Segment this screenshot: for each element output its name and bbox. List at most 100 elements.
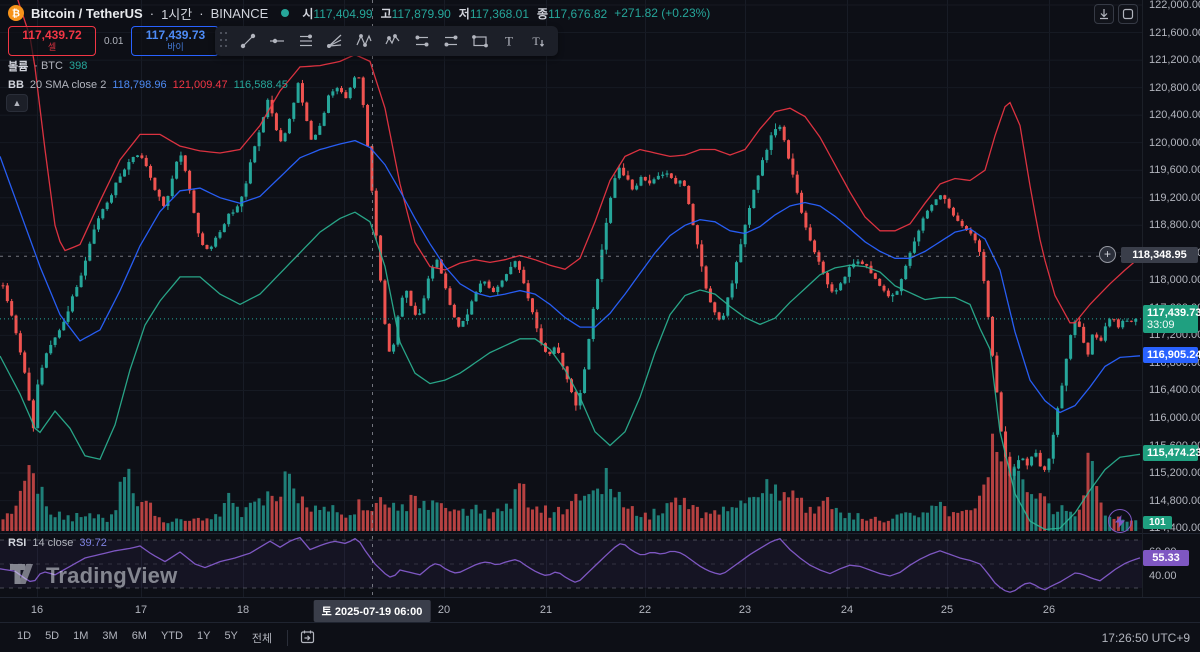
time-tick: 20 — [438, 604, 450, 616]
market-status-dot[interactable] — [281, 9, 289, 17]
bar-countdown: 33:09 — [1147, 319, 1194, 331]
fullscreen-button[interactable] — [1118, 4, 1138, 24]
spread-value: 0.01 — [104, 36, 123, 47]
ohlc-value: 117,676.82 — [548, 7, 607, 21]
range-button-1d[interactable]: 1D — [10, 626, 38, 650]
horizontal-line-tool[interactable] — [262, 28, 291, 54]
bb-mid-price-label: 116,905.24 — [1143, 347, 1198, 363]
exchange-name: BINANCE — [211, 6, 269, 21]
bb-mid-value: 118,798.96 — [112, 79, 166, 91]
xabcd-pattern-tool[interactable] — [349, 28, 378, 54]
price-tick: 119,200.00 — [1149, 192, 1200, 204]
price-tick: 115,200.00 — [1149, 467, 1200, 479]
rsi-value-label: 55.33 — [1143, 550, 1189, 566]
last-price-label: 117,439.73 33:09 — [1143, 305, 1198, 333]
tradingview-app: 122,000.00121,600.00121,200.00120,800.00… — [0, 0, 1200, 652]
price-change: +271.82 (+0.23%) — [614, 6, 710, 20]
lightning-button[interactable] — [1108, 509, 1132, 533]
long-position-tool[interactable] — [407, 28, 436, 54]
range-buttons: 1D5D1M3M6MYTD1Y5Y전체 — [10, 626, 279, 650]
price-tick: 116,400.00 — [1149, 384, 1200, 396]
download-button[interactable] — [1094, 4, 1114, 24]
bitcoin-logo-icon: ₿ — [8, 5, 24, 21]
range-button-1m[interactable]: 1M — [66, 626, 95, 650]
buy-price: 117,439.73 — [132, 29, 218, 42]
rsi-tick: 40.00 — [1149, 570, 1177, 582]
range-button-5y[interactable]: 5Y — [217, 626, 244, 650]
price-tick: 119,600.00 — [1149, 164, 1200, 176]
bb-legend[interactable]: BB 20 SMA close 2 118,798.96 121,009.47 … — [8, 79, 288, 91]
svg-text:T: T — [505, 34, 513, 49]
interval-value[interactable]: 1시간 — [161, 4, 192, 23]
price-tick: 114,800.00 — [1149, 495, 1200, 507]
symbol-title[interactable]: Bitcoin / TetherUS — [31, 6, 143, 21]
elliott-wave-tool[interactable] — [378, 28, 407, 54]
range-button-6m[interactable]: 6M — [125, 626, 154, 650]
price-tick: 120,000.00 — [1149, 137, 1200, 149]
top-right-buttons — [1094, 4, 1138, 24]
range-button-1y[interactable]: 1Y — [190, 626, 217, 650]
calendar-icon — [300, 629, 315, 644]
range-button-ytd[interactable]: YTD — [154, 626, 190, 650]
time-tick: 17 — [135, 604, 147, 616]
time-tick: 23 — [739, 604, 751, 616]
bb-legend-label: BB — [8, 79, 24, 91]
rsi-legend[interactable]: RSI 14 close 39.72 — [8, 537, 107, 549]
volume-legend-symbol: · BTC — [34, 60, 63, 72]
price-tick: 120,400.00 — [1149, 109, 1200, 121]
short-position-tool[interactable] — [436, 28, 465, 54]
drawing-toolbar: TT — [215, 26, 558, 56]
bb-upper-value: 121,009.47 — [173, 79, 228, 91]
separator: · — [150, 6, 154, 21]
time-axis[interactable]: 토 2025-07-19 06:00 16171820212223242526 — [0, 597, 1200, 622]
rsi-legend-label: RSI — [8, 537, 26, 549]
price-axis[interactable]: 122,000.00121,600.00121,200.00120,800.00… — [1142, 0, 1200, 597]
range-button-3m[interactable]: 3M — [95, 626, 124, 650]
pitchfork-tool[interactable] — [320, 28, 349, 54]
add-alert-plus-button[interactable]: + — [1099, 246, 1116, 263]
rectangle-tool[interactable] — [465, 28, 494, 54]
buy-label: 바이 — [132, 42, 218, 52]
clock-timezone[interactable]: 17:26:50 UTC+9 — [1102, 631, 1190, 645]
price-tick: 118,000.00 — [1149, 274, 1200, 286]
ohlc-value: 117,404.99 — [313, 7, 372, 21]
bb-legend-params: 20 SMA close 2 — [30, 79, 106, 91]
ohlc-value: 117,368.01 — [470, 7, 529, 21]
volume-legend-label: 볼륨 — [8, 58, 28, 74]
symbol-header[interactable]: ₿ Bitcoin / TetherUS · 1시간 · BINANCE 시11… — [8, 4, 710, 22]
ohlc-value: 117,879.90 — [392, 7, 451, 21]
price-tick: 122,000.00 — [1149, 0, 1200, 11]
trade-widget: 117,439.72 셀 0.01 117,439.73 바이 — [8, 26, 219, 56]
price-tick: 118,800.00 — [1149, 219, 1200, 231]
ohlc-values: 시117,404.99고117,879.90저117,368.01종117,67… — [302, 5, 607, 22]
ohlc-key: 고 — [381, 7, 392, 21]
time-tick: 25 — [941, 604, 953, 616]
ohlc-key: 종 — [537, 7, 548, 21]
svg-text:₿: ₿ — [12, 8, 20, 20]
bb-lower-value: 116,588.45 — [234, 79, 288, 91]
price-tick: 121,200.00 — [1149, 54, 1200, 66]
sell-button[interactable]: 117,439.72 셀 — [8, 26, 96, 56]
trend-line-tool[interactable] — [233, 28, 262, 54]
goto-date-button[interactable] — [296, 627, 319, 649]
toolbar-divider — [287, 630, 288, 646]
buy-button[interactable]: 117,439.73 바이 — [131, 26, 219, 56]
text-tool[interactable]: T — [494, 28, 523, 54]
parallel-lines-tool[interactable] — [291, 28, 320, 54]
volume-value-label: 101 — [1143, 516, 1172, 529]
collapse-pane-button[interactable]: ▲ — [6, 94, 28, 112]
toolbar-drag-handle[interactable] — [220, 32, 230, 50]
bb-lower-price-label: 115,474.23 — [1143, 445, 1198, 461]
range-button-전체[interactable]: 전체 — [245, 626, 279, 650]
ohlc-key: 시 — [302, 7, 313, 21]
time-tick: 21 — [540, 604, 552, 616]
range-button-5d[interactable]: 5D — [38, 626, 66, 650]
price-tick: 121,600.00 — [1149, 27, 1200, 39]
anchored-text-tool[interactable]: T — [523, 28, 552, 54]
sell-price: 117,439.72 — [9, 29, 95, 42]
time-tick: 26 — [1043, 604, 1055, 616]
volume-legend[interactable]: 볼륨 · BTC 398 — [8, 58, 87, 74]
pane-separator[interactable] — [0, 533, 1200, 534]
price-tick: 116,000.00 — [1149, 412, 1200, 424]
sell-label: 셀 — [9, 42, 95, 52]
